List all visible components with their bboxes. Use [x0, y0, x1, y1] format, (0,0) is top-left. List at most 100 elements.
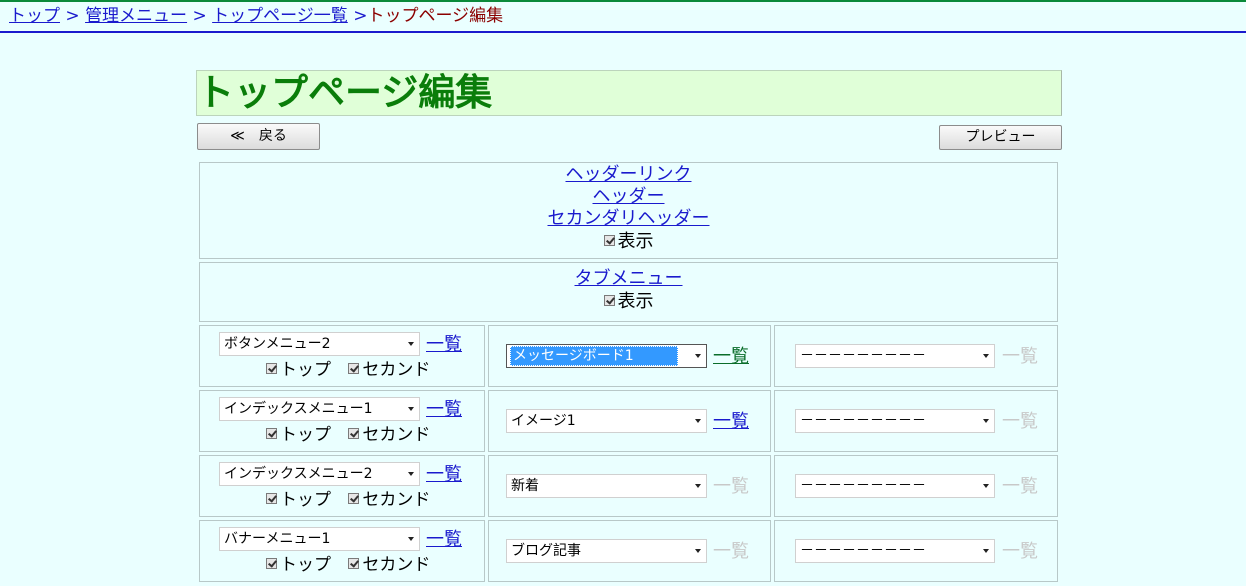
header-show-checkbox[interactable]: [603, 234, 615, 246]
center-module-select[interactable]: ブログ記事: [506, 539, 707, 563]
header-link-link[interactable]: ヘッダーリンク: [200, 164, 1057, 186]
right-list-link-disabled: 一覧: [1002, 476, 1038, 497]
tab-menu-panel: タブメニュー 表示: [199, 262, 1058, 322]
select-value: －－－－－－－－－: [800, 348, 926, 364]
breadcrumb-admin-menu-link[interactable]: 管理メニュー: [85, 6, 187, 26]
right-list-link-disabled: 一覧: [1002, 541, 1038, 562]
header-panel: ヘッダーリンク ヘッダー セカンダリヘッダー 表示: [199, 162, 1058, 259]
select-value: －－－－－－－－－: [800, 413, 926, 429]
dropdown-arrow-icon: [408, 472, 414, 476]
breadcrumb-separator: >: [353, 6, 368, 26]
grid-cell-right: －－－－－－－－－ 一覧: [774, 520, 1058, 582]
grid-cell-right: －－－－－－－－－ 一覧: [774, 325, 1058, 387]
grid-cell-center: イメージ1 一覧: [488, 390, 771, 452]
grid-cell-left: インデックスメニュー2 一覧 トップ セカンド: [199, 455, 485, 517]
left-module-select[interactable]: ボタンメニュー2: [219, 332, 420, 356]
center-list-link-disabled: 一覧: [713, 476, 749, 497]
breadcrumb-separator: >: [65, 6, 80, 26]
tab-menu-show-label: 表示: [617, 291, 654, 312]
select-value: バナーメニュー1: [224, 531, 331, 547]
select-value: ブログ記事: [511, 543, 581, 559]
display-checks: トップ セカンド: [266, 554, 430, 576]
breadcrumb-top-link[interactable]: トップ: [9, 6, 60, 26]
select-value: －－－－－－－－－: [800, 543, 926, 559]
top-checkbox[interactable]: [266, 362, 277, 374]
tab-menu-link[interactable]: タブメニュー: [200, 268, 1057, 290]
top-label: トップ: [280, 360, 331, 380]
select-value: インデックスメニュー1: [224, 401, 373, 417]
second-label: セカンド: [362, 360, 431, 380]
tab-menu-show-checkbox[interactable]: [603, 294, 615, 306]
display-checks: トップ セカンド: [266, 424, 430, 446]
left-module-select[interactable]: バナーメニュー1: [219, 527, 420, 551]
dropdown-arrow-icon: [408, 342, 414, 346]
dropdown-arrow-icon: [695, 549, 701, 553]
dropdown-arrow-icon: [408, 407, 414, 411]
top-label: トップ: [280, 490, 331, 510]
top-checkbox[interactable]: [266, 427, 277, 439]
preview-button[interactable]: プレビュー: [939, 125, 1062, 150]
center-list-link[interactable]: 一覧: [713, 346, 749, 368]
dropdown-arrow-icon: [408, 537, 414, 541]
right-list-link-disabled: 一覧: [1002, 346, 1038, 367]
top-label: トップ: [280, 555, 331, 575]
center-module-select[interactable]: メッセージボード1: [506, 344, 707, 368]
dropdown-arrow-icon: [983, 354, 989, 358]
right-module-select[interactable]: －－－－－－－－－: [795, 344, 995, 368]
second-label: セカンド: [362, 425, 431, 445]
left-list-link[interactable]: 一覧: [426, 334, 462, 356]
breadcrumb-top-page-list-link[interactable]: トップページ一覧: [212, 6, 348, 26]
center-module-select[interactable]: 新着: [506, 474, 707, 498]
select-value: メッセージボード1: [510, 346, 678, 366]
second-label: セカンド: [362, 555, 431, 575]
right-module-select[interactable]: －－－－－－－－－: [795, 409, 995, 433]
left-list-link[interactable]: 一覧: [426, 529, 462, 551]
left-list-link[interactable]: 一覧: [426, 399, 462, 421]
breadcrumb-current: トップページ編集: [367, 6, 504, 26]
second-checkbox[interactable]: [348, 557, 360, 569]
center-list-link[interactable]: 一覧: [713, 411, 749, 433]
select-value: イメージ1: [511, 413, 576, 429]
dropdown-arrow-icon: [695, 484, 701, 488]
display-checks: トップ セカンド: [266, 489, 430, 511]
grid-cell-center: ブログ記事 一覧: [488, 520, 771, 582]
grid-cell-left: バナーメニュー1 一覧 トップ セカンド: [199, 520, 485, 582]
grid-cell-left: インデックスメニュー1 一覧 トップ セカンド: [199, 390, 485, 452]
right-module-select[interactable]: －－－－－－－－－: [795, 474, 995, 498]
secondary-header-link[interactable]: セカンダリヘッダー: [200, 208, 1057, 230]
breadcrumb: トップ > 管理メニュー > トップページ一覧 >トップページ編集: [0, 2, 1246, 33]
page-title: トップページ編集: [196, 70, 1062, 116]
select-value: インデックスメニュー2: [224, 466, 373, 482]
dropdown-arrow-icon: [695, 354, 701, 358]
right-module-select[interactable]: －－－－－－－－－: [795, 539, 995, 563]
grid-cell-left: ボタンメニュー2 一覧 トップ セカンド: [199, 325, 485, 387]
dropdown-arrow-icon: [695, 419, 701, 423]
center-list-link-disabled: 一覧: [713, 541, 749, 562]
left-list-link[interactable]: 一覧: [426, 464, 462, 486]
top-checkbox[interactable]: [266, 492, 277, 504]
dropdown-arrow-icon: [983, 549, 989, 553]
second-checkbox[interactable]: [348, 492, 360, 504]
grid-row: インデックスメニュー1 一覧 トップ セカンド イメージ1 一覧 －－－－－－－…: [199, 390, 1058, 452]
grid-row: ボタンメニュー2 一覧 トップ セカンド メッセージボード1 一覧 －－－－－－…: [199, 325, 1058, 387]
header-link[interactable]: ヘッダー: [200, 186, 1057, 208]
second-checkbox[interactable]: [348, 427, 360, 439]
dropdown-arrow-icon: [983, 419, 989, 423]
center-module-select[interactable]: イメージ1: [506, 409, 707, 433]
select-value: 新着: [511, 478, 539, 494]
grid-cell-right: －－－－－－－－－ 一覧: [774, 390, 1058, 452]
select-value: ボタンメニュー2: [224, 336, 331, 352]
right-list-link-disabled: 一覧: [1002, 411, 1038, 432]
back-button[interactable]: ≪ 戻る: [197, 123, 320, 150]
left-module-select[interactable]: インデックスメニュー1: [219, 397, 420, 421]
second-checkbox[interactable]: [348, 362, 360, 374]
select-value: －－－－－－－－－: [800, 478, 926, 494]
top-checkbox[interactable]: [266, 557, 277, 569]
grid-cell-center: メッセージボード1 一覧: [488, 325, 771, 387]
breadcrumb-separator: >: [192, 6, 207, 26]
left-module-select[interactable]: インデックスメニュー2: [219, 462, 420, 486]
display-checks: トップ セカンド: [266, 359, 430, 381]
grid-cell-right: －－－－－－－－－ 一覧: [774, 455, 1058, 517]
grid-row: インデックスメニュー2 一覧 トップ セカンド 新着 一覧 －－－－－－－－－ …: [199, 455, 1058, 517]
tab-menu-show-toggle: 表示: [200, 290, 1057, 314]
